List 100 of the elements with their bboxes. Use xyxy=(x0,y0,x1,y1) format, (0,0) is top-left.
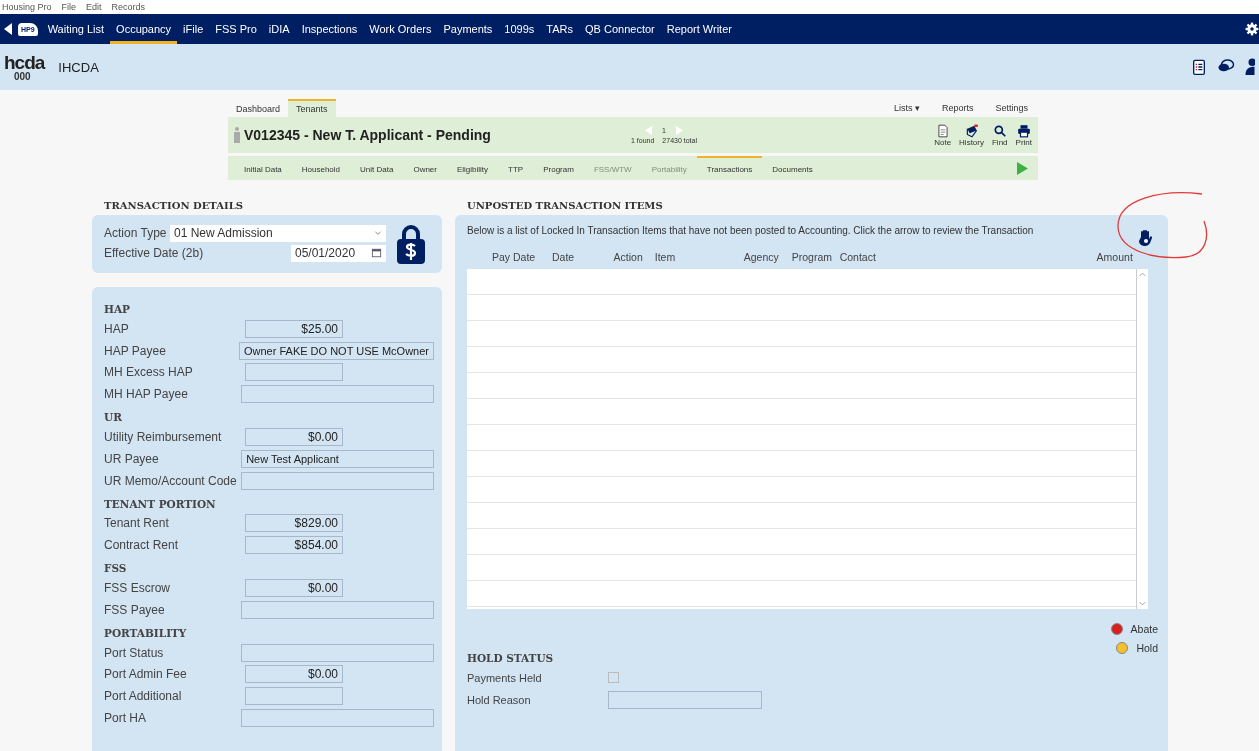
column-header: Date xyxy=(551,251,576,265)
section-tab[interactable]: Household xyxy=(291,156,351,180)
field-label: Port HA xyxy=(104,711,147,726)
printer-icon xyxy=(1016,123,1031,138)
section-tab[interactable]: Documents xyxy=(762,156,823,180)
section-heading: HOLD STATUS xyxy=(467,652,555,664)
input-field[interactable] xyxy=(241,600,434,619)
input-field[interactable]: $829.00 xyxy=(245,514,343,533)
input-field[interactable] xyxy=(241,385,434,404)
column-header: Amount xyxy=(1096,251,1134,265)
input-field[interactable]: $854.00 xyxy=(245,536,343,555)
section-tab[interactable]: Owner xyxy=(403,156,447,180)
nav-tab[interactable]: Work Orders xyxy=(363,14,438,44)
tab[interactable]: Dashboard xyxy=(228,99,289,117)
next-icon xyxy=(675,126,683,135)
column-header: Item xyxy=(654,251,677,265)
play-icon[interactable] xyxy=(1017,161,1028,175)
column-header: Agency xyxy=(743,251,780,265)
nav-tab[interactable]: Payments xyxy=(437,14,499,44)
logo-text: hcda xyxy=(4,52,45,72)
hand-dollar-icon[interactable] xyxy=(1139,229,1152,246)
input-field[interactable]: Owner FAKE DO NOT USE McOwner xyxy=(239,341,434,360)
record-title: V012345 - New T. Applicant - Pending xyxy=(244,127,491,143)
nav-tab[interactable]: Waiting List xyxy=(41,14,111,44)
checkbox[interactable] xyxy=(608,672,619,684)
menu-item[interactable]: Housing Pro xyxy=(2,2,52,12)
tab[interactable]: Tenants xyxy=(288,99,336,117)
menu-item[interactable]: File xyxy=(61,2,77,12)
input-field[interactable] xyxy=(245,687,343,706)
top-link[interactable]: Reports xyxy=(941,103,974,113)
scrollbar[interactable] xyxy=(1136,269,1148,609)
input-field[interactable] xyxy=(241,643,434,662)
input-field[interactable] xyxy=(241,471,434,490)
column-header: Program xyxy=(791,251,833,265)
legend-label: Hold xyxy=(1136,642,1158,654)
chevron-icon xyxy=(374,229,382,237)
section-tab[interactable]: TTP xyxy=(498,156,534,180)
date-field[interactable]: 05/01/2020 xyxy=(291,244,386,262)
note-icon xyxy=(935,123,950,138)
toolbar-button[interactable]: Print xyxy=(1015,123,1032,147)
section-heading: HAP xyxy=(104,303,131,315)
book-icon xyxy=(964,123,979,138)
menu-item[interactable]: Edit xyxy=(86,2,102,12)
field-label: Utility Reimbursement xyxy=(104,430,223,445)
calendar-icon xyxy=(371,248,382,258)
nav-tab[interactable]: Report Writer xyxy=(660,14,738,44)
field-label: Port Status xyxy=(104,645,165,660)
nav-tab[interactable]: FSS Pro xyxy=(209,14,263,44)
nav-tab[interactable]: 1099s xyxy=(498,14,541,44)
section-tab[interactable]: Eligibility xyxy=(446,156,499,180)
section-heading: TRANSACTION DETAILS xyxy=(104,200,244,211)
section-heading: UR xyxy=(104,411,123,424)
field-label: Hold Reason xyxy=(467,693,532,706)
input-field[interactable]: $0.00 xyxy=(245,428,343,447)
input-field[interactable]: New Test Applicant xyxy=(241,449,434,468)
description-text: Below is a list of Locked In Transaction Items that have not been posted to Accounting. Click the arrow to review the Transaction xyxy=(467,225,1035,238)
search-icon xyxy=(992,123,1007,138)
menu-item[interactable]: Records xyxy=(111,2,146,12)
org-name: IHCDA xyxy=(58,59,99,75)
field-label: HAP xyxy=(104,321,130,336)
field-label: MH Excess HAP xyxy=(104,365,194,380)
column-header: Pay Date xyxy=(491,251,537,265)
field-label: UR Payee xyxy=(104,451,160,466)
top-link[interactable]: Settings xyxy=(995,103,1028,113)
nav-tab[interactable]: iFile xyxy=(177,14,210,44)
input-field[interactable]: $0.00 xyxy=(245,665,343,684)
section-heading: FSS xyxy=(104,562,128,575)
field-label: Contract Rent xyxy=(104,538,180,553)
nav-tab[interactable]: Inspections xyxy=(295,14,364,44)
toolbar-button[interactable]: History xyxy=(959,123,984,147)
nav-tab[interactable]: QB Connector xyxy=(579,14,661,44)
section-tab[interactable]: Transactions xyxy=(696,156,763,180)
toolbar-button[interactable]: Find xyxy=(992,123,1008,147)
section-heading: PORTABILITY xyxy=(104,626,188,639)
back-icon[interactable] xyxy=(4,23,12,35)
lock-dollar-icon xyxy=(396,224,426,264)
input-field[interactable]: $25.00 xyxy=(245,319,343,338)
legend-label: Abate xyxy=(1130,623,1158,635)
top-link[interactable]: Lists ▾ xyxy=(893,103,920,113)
section-tab[interactable]: Unit Data xyxy=(350,156,404,180)
input-field[interactable] xyxy=(608,690,762,709)
action-type-select[interactable]: 01 New Admission xyxy=(170,224,386,242)
section-tab[interactable]: Initial Data xyxy=(234,156,292,180)
nav-tab[interactable]: iDIA xyxy=(262,14,296,44)
field-label: UR Memo/Account Code xyxy=(104,473,238,488)
field-label: MH HAP Payee xyxy=(104,387,189,402)
nav-tab[interactable]: TARs xyxy=(540,14,580,44)
input-field[interactable] xyxy=(241,709,434,728)
toolbar-button[interactable]: Note xyxy=(934,123,952,147)
person-icon xyxy=(234,127,240,143)
field-label: HAP Payee xyxy=(104,343,167,358)
checklist-icon xyxy=(1191,57,1207,77)
field-label: Port Additional xyxy=(104,689,183,704)
prev-icon xyxy=(645,126,653,135)
column-header: Action xyxy=(613,251,644,265)
input-field[interactable]: $0.00 xyxy=(245,579,343,598)
input-field[interactable] xyxy=(245,363,343,382)
settings-icon[interactable] xyxy=(1245,22,1259,36)
field-label: Tenant Rent xyxy=(104,516,170,531)
section-tab[interactable]: Program xyxy=(533,156,584,180)
